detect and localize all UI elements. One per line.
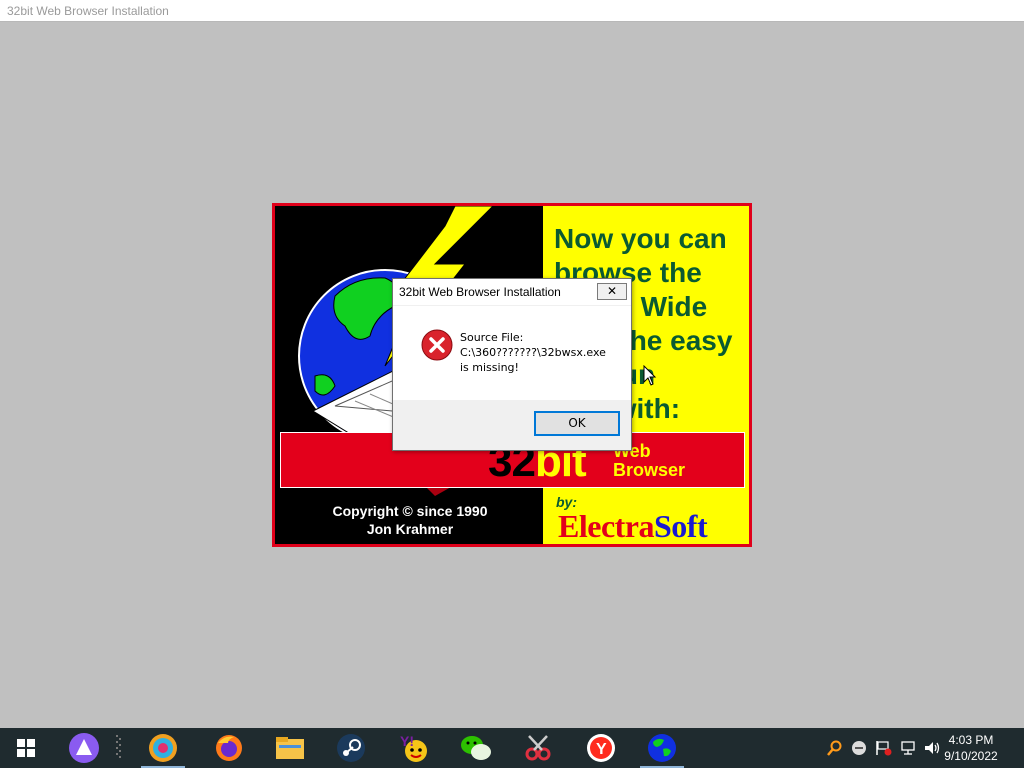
taskbar-wechat[interactable] [452, 728, 500, 768]
search-icon [827, 740, 842, 756]
steam-icon [337, 734, 365, 762]
tray-action-center[interactable] [875, 728, 893, 768]
ok-button[interactable]: OK [534, 411, 620, 436]
firefox-icon [216, 735, 242, 761]
error-icon [421, 329, 453, 361]
installer-window-title: 32bit Web Browser Installation [0, 0, 1024, 22]
dialog-title: 32bit Web Browser Installation [399, 285, 561, 299]
taskbar-grip [110, 728, 128, 768]
copyright-line: Copyright © since 1990 [332, 503, 488, 519]
flag-icon [876, 741, 892, 756]
tray-search[interactable] [827, 728, 843, 768]
scissors-app-icon [525, 735, 551, 761]
tray-status[interactable] [851, 728, 867, 768]
taskbar-clock[interactable]: 4:03 PM 9/10/2022 [936, 732, 1006, 764]
yandex-browser-icon: Y [587, 734, 615, 762]
clock-date: 9/10/2022 [944, 749, 998, 763]
dialog-titlebar[interactable]: 32bit Web Browser Installation ✕ [393, 279, 631, 305]
brand-soft: Soft [654, 508, 708, 544]
yahoo-messenger-icon: Y! [400, 733, 427, 762]
message-path: C:\360???????\32bwsx.exe [460, 346, 606, 359]
error-dialog: 32bit Web Browser Installation ✕ Source … [392, 278, 632, 451]
network-icon [901, 741, 915, 755]
wechat-icon [461, 736, 491, 760]
cortana-icon [69, 733, 99, 763]
taskbar-globe-browser[interactable] [638, 728, 686, 768]
dialog-body: Source File: C:\360???????\32bwsx.exe is… [393, 306, 631, 400]
taskbar-firefox[interactable] [205, 728, 253, 768]
globe-browser-icon [648, 734, 676, 762]
svg-text:Y!: Y! [400, 733, 414, 749]
message-line: is missing! [460, 361, 519, 374]
taskbar: Y! Y 4:03 PM 9/10/2022 [0, 728, 1024, 768]
message-line: Source File: [460, 331, 524, 344]
taskbar-steam[interactable] [327, 728, 375, 768]
app-icon [149, 734, 177, 762]
taskbar-app[interactable] [139, 728, 187, 768]
dialog-footer: OK [393, 400, 631, 450]
brand-logo: ElectraSoft [558, 508, 708, 544]
status-icon [852, 741, 866, 755]
copyright-notice: Copyright © since 1990 Jon Krahmer [305, 502, 515, 538]
tray-network[interactable] [900, 728, 916, 768]
svg-text:Y: Y [596, 741, 607, 758]
product-sub-line: Browser [613, 460, 686, 480]
taskbar-cortana[interactable] [60, 728, 108, 768]
taskbar-file-explorer[interactable] [266, 728, 314, 768]
author-name: Jon Krahmer [366, 521, 454, 537]
taskbar-yahoo-messenger[interactable]: Y! [390, 728, 438, 768]
start-icon [17, 739, 35, 757]
brand-electra: Electra [558, 508, 655, 544]
clock-time: 4:03 PM [948, 733, 994, 747]
taskbar-scissors-app[interactable] [514, 728, 562, 768]
start-button[interactable] [2, 728, 50, 768]
tagline-line: Now you can [554, 223, 727, 254]
grip-icon [116, 735, 121, 758]
mouse-cursor-icon [643, 365, 657, 386]
dialog-close-button[interactable]: ✕ [597, 283, 627, 300]
taskbar-yandex-browser[interactable]: Y [577, 728, 625, 768]
error-message: Source File: C:\360???????\32bwsx.exe is… [460, 330, 606, 375]
file-explorer-icon [276, 737, 304, 759]
